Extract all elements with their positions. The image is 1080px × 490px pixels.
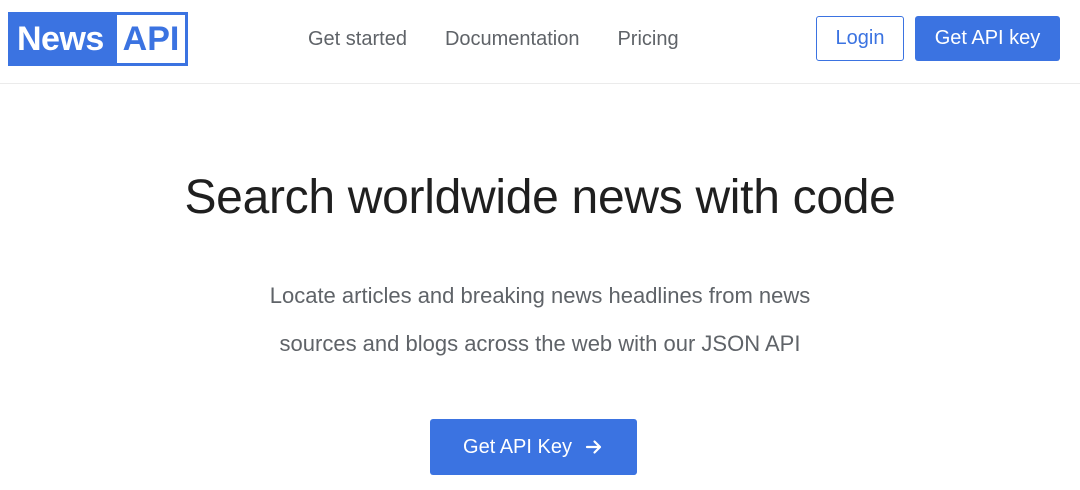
hero-title: Search worldwide news with code [184,171,896,224]
cta-get-api-key-button[interactable]: Get API Key [430,419,637,475]
hero-subtitle-line-2: sources and blogs across the web with ou… [279,331,801,356]
hero-subtitle-line-1: Locate articles and breaking news headli… [269,283,811,308]
news-api-logo[interactable]: News API [8,12,188,66]
page: News API Get started Documentation Prici… [0,0,1080,490]
hero-subtitle: Locate articles and breaking news headli… [0,272,1080,368]
site-header: News API Get started Documentation Prici… [0,0,1080,84]
nav-documentation[interactable]: Documentation [445,27,580,51]
logo-api-text: API [117,15,185,63]
arrow-right-icon [584,437,604,457]
cta-label: Get API Key [463,435,572,458]
main-nav: Get started Documentation Pricing [308,27,717,51]
nav-get-started[interactable]: Get started [308,27,407,51]
login-button[interactable]: Login [816,16,904,61]
nav-pricing[interactable]: Pricing [617,27,678,51]
get-api-key-button[interactable]: Get API key [915,16,1060,61]
logo-news-text: News [17,20,104,58]
